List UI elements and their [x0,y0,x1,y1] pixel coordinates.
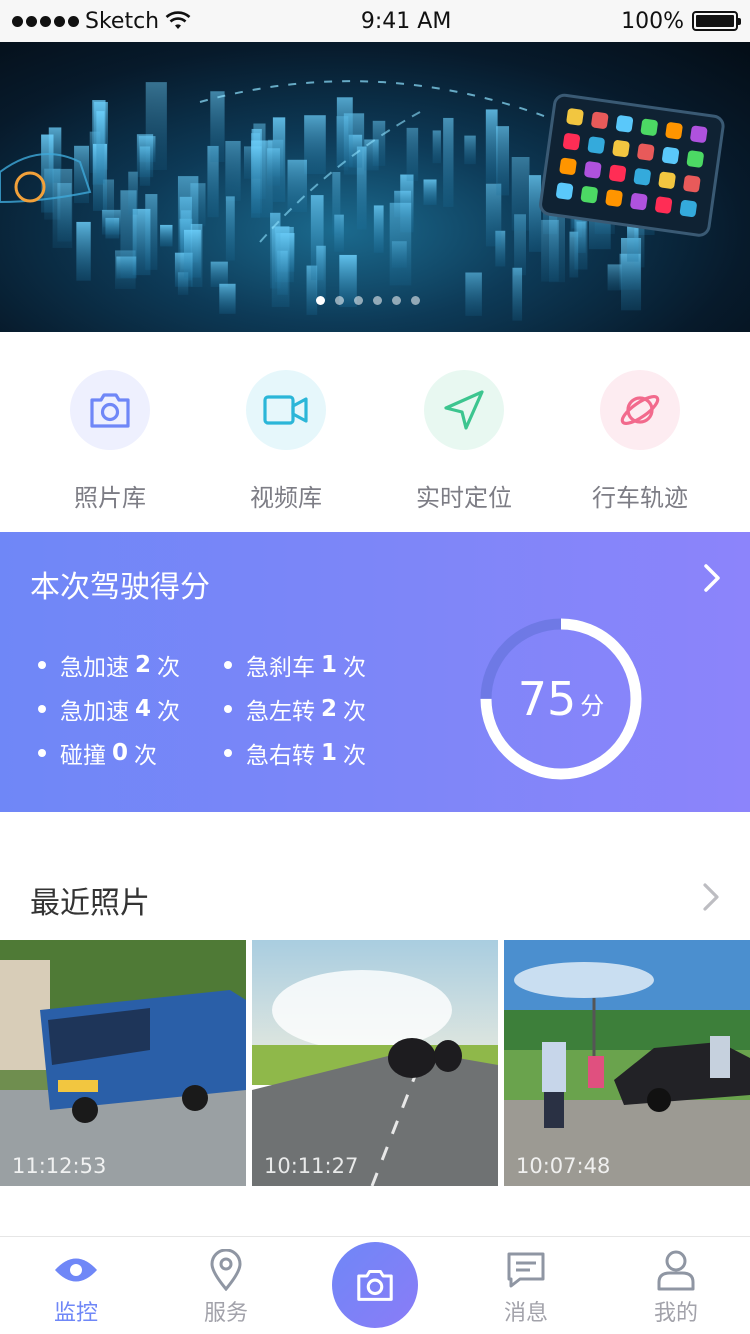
quick-action-driving-track[interactable]: 行车轨迹 [565,370,715,513]
tab-monitor[interactable]: 监控 [1,1237,151,1334]
stat-count: 1 [321,652,338,678]
stat-count: 2 [321,696,338,722]
quick-action-label: 行车轨迹 [592,484,688,512]
carousel-dot[interactable] [373,296,382,305]
bullet-icon [224,661,232,669]
quick-action-realtime-location[interactable]: 实时定位 [389,370,539,513]
bullet-icon [224,705,232,713]
tab-label: 服务 [203,1301,248,1326]
planet-icon [600,370,680,450]
camera-icon [357,1269,393,1301]
tablet-illustration [539,93,725,237]
stat-item: 急右转 1 次 [224,736,366,770]
battery-icon [692,11,741,31]
score-value: 75 分 [478,616,644,782]
bullet-icon [38,661,46,669]
status-time: 9:41 AM [360,8,452,34]
driving-score-card[interactable]: 本次驾驶得分 急加速 2 次 急加速 4 次 碰撞 0 次 急刹车 1 次 急左转 2 次 急右转 1… [0,532,750,812]
stat-item: 急加速 4 次 [38,692,180,726]
photo-timestamp: 10:11:27 [264,1154,359,1178]
stat-count: 4 [135,696,152,722]
carousel-dot[interactable] [354,296,363,305]
quick-action-label: 视频库 [250,484,322,512]
status-bar: Sketch 9:41 AM 100% [0,0,750,42]
bullet-icon [224,749,232,757]
stat-unit: 次 [343,743,367,769]
tab-label: 我的 [653,1301,698,1326]
photo-timestamp: 11:12:53 [12,1154,107,1178]
stat-item: 急加速 2 次 [38,648,180,682]
location-pin-icon [151,1249,301,1291]
stat-name: 急刹车 [246,655,315,681]
score-card-title: 本次驾驶得分 [30,570,210,605]
smart-city-banner-image [0,80,725,321]
banner-carousel[interactable] [0,42,750,332]
camera-capture-button[interactable] [332,1242,418,1328]
recent-photo-thumbnail[interactable]: 11:12:53 [0,940,246,1186]
battery-percent: 100% [621,8,684,34]
recent-photo-thumbnail[interactable]: 10:07:48 [504,940,750,1186]
stat-item: 急刹车 1 次 [224,648,366,682]
stat-count: 2 [135,652,152,678]
carousel-dot[interactable] [392,296,401,305]
stat-name: 急加速 [60,655,129,681]
stat-unit: 次 [157,655,181,681]
score-number: 75 [517,672,577,726]
road-motorcycles-photo [252,940,498,1186]
quick-action-label: 实时定位 [416,484,512,512]
stat-item: 急左转 2 次 [224,692,366,726]
chevron-right-icon[interactable] [702,562,722,594]
quick-action-photo-library[interactable]: 照片库 [35,370,185,513]
user-icon [601,1249,750,1291]
stat-count: 0 [112,740,129,766]
video-icon [246,370,326,450]
bus-photo [0,940,246,1186]
stat-unit: 次 [343,699,367,725]
recent-photo-thumbnail[interactable]: 10:11:27 [252,940,498,1186]
tab-label: 监控 [53,1301,98,1326]
carousel-dot[interactable] [316,296,325,305]
eye-icon [1,1249,151,1291]
tab-profile[interactable]: 我的 [601,1237,750,1334]
message-icon [451,1249,601,1291]
stat-name: 急左转 [246,699,315,725]
status-right: 100% [621,8,741,34]
signal-strength-icon [12,15,79,27]
tab-label: 消息 [503,1301,548,1326]
recent-photos-title: 最近照片 [30,886,150,921]
stat-count: 1 [321,740,338,766]
bullet-icon [38,705,46,713]
stat-unit: 次 [134,743,158,769]
quick-action-label: 照片库 [74,484,146,512]
stat-unit: 次 [343,655,367,681]
score-unit: 分 [580,691,605,720]
quick-actions: 照片库 视频库 实时定位 行车轨迹 [0,332,750,532]
bullet-icon [38,749,46,757]
stat-name: 急右转 [246,743,315,769]
tab-messages[interactable]: 消息 [451,1237,601,1334]
carousel-page-indicator [316,296,420,305]
status-left: Sketch [12,9,191,34]
roadside-accident-photo [504,940,750,1186]
photo-timestamp: 10:07:48 [516,1154,611,1178]
stat-item: 碰撞 0 次 [38,736,157,770]
chevron-right-icon[interactable] [702,882,720,912]
camera-icon [70,370,150,450]
wifi-icon [165,11,191,29]
stat-unit: 次 [157,699,181,725]
stat-name: 急加速 [60,699,129,725]
quick-action-video-library[interactable]: 视频库 [211,370,361,513]
navigation-arrow-icon [424,370,504,450]
stat-name: 碰撞 [60,743,106,769]
tab-services[interactable]: 服务 [151,1237,301,1334]
carousel-dot[interactable] [411,296,420,305]
carousel-dot[interactable] [335,296,344,305]
carrier-name: Sketch [85,8,160,34]
